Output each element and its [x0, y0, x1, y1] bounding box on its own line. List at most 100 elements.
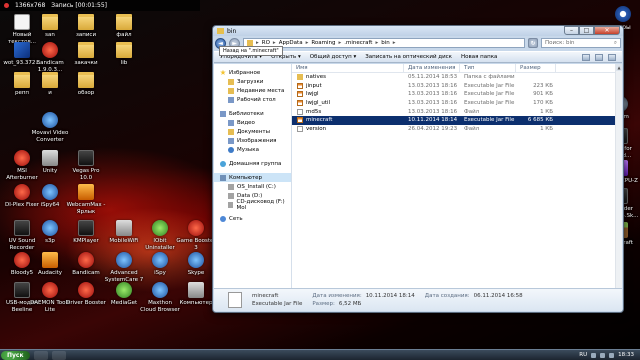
desktop-icon-driver-booster[interactable]: Driver Booster [66, 282, 106, 307]
help-icon[interactable] [608, 53, 616, 61]
refresh-button[interactable]: ↻ [528, 38, 538, 48]
breadcrumb-bin[interactable]: bin [381, 40, 390, 46]
tray-icon[interactable] [600, 352, 606, 358]
file-type: Executable Jar File [464, 100, 515, 107]
nav-recent-places[interactable]: Недавние места [214, 86, 291, 95]
file-type: Файл [464, 108, 480, 115]
nav-computer[interactable]: Компьютер [214, 173, 291, 182]
volume-icon[interactable] [609, 352, 615, 358]
file-date: 05.11.2014 18:53 [408, 74, 458, 81]
desktop-icon-mediaget[interactable]: MediaGet [104, 282, 144, 307]
file-name: jinput [306, 82, 322, 89]
taskbar-explorer[interactable] [33, 350, 48, 360]
desktop-icon-maxthon-cloud-browser[interactable]: Maxthon Cloud Browser [140, 282, 180, 313]
recent-places-icon [228, 87, 234, 94]
doc-icon [14, 14, 30, 30]
file-name: lwjgl [306, 91, 319, 98]
share-button[interactable]: Общий доступ ▾ [310, 54, 357, 60]
file-row-natives[interactable]: natives 05.11.2014 18:53 Папка с файлами [292, 73, 622, 82]
desktop-icon-label: Movavi Video Converter [31, 130, 69, 143]
file-row-version[interactable]: version 26.04.2012 19:23 Файл 1 КБ [292, 125, 622, 134]
nav-drive-c[interactable]: OS_Install (C:) [214, 182, 291, 191]
desktop-icon-audacity[interactable]: Audacity [30, 252, 70, 277]
desktop-icon-файл[interactable]: файл [104, 14, 144, 39]
desktop-icon-обзор[interactable]: обзор [66, 72, 106, 97]
start-button[interactable]: Пуск [1, 350, 30, 360]
desktop-icon-компьютер[interactable]: Компьютер [176, 282, 216, 307]
nav-music[interactable]: Музыка [214, 145, 291, 154]
column-size[interactable]: Размер [516, 64, 556, 72]
file-row-minecraft[interactable]: minecraft 10.11.2014 18:14 Executable Jar … [292, 115, 622, 125]
nav-video[interactable]: Видео [214, 118, 291, 127]
nav-libraries[interactable]: Библиотеки [214, 109, 291, 118]
view-options-icon[interactable] [582, 53, 590, 61]
desktop-icon-daemon-tools-lite[interactable]: DAEMON Tools Lite [30, 282, 70, 313]
nav-desktop[interactable]: Рабочий стол [214, 95, 291, 104]
desktop-icon-записи[interactable]: записи [66, 14, 106, 39]
column-type[interactable]: Тип [460, 64, 516, 72]
address-bar[interactable]: ▸ RO ▸ AppData ▸ Roaming ▸ .minecraft ▸ bin ▸ [243, 38, 525, 48]
recording-bar: 1366x768 Запись [00:01:55] [0, 0, 200, 11]
window-titlebar[interactable]: bin – □ ✕ [213, 26, 623, 36]
desktop-icon-webcammax-ярлык[interactable]: WebcamMax - Ярлык [66, 184, 106, 215]
clock[interactable]: 18:33 [618, 352, 634, 358]
desktop-icon-и[interactable]: и [30, 72, 70, 97]
desktop-icon-iobit-uninstaller[interactable]: IObit Uninstaller [140, 220, 180, 251]
language-indicator[interactable]: RU [579, 352, 587, 358]
maximize-button[interactable]: □ [579, 26, 594, 35]
file-row-lwjgl-util[interactable]: lwjgl_util 13.03.2013 18:16 Executable Jar… [292, 99, 622, 108]
column-name[interactable]: Имя [292, 64, 404, 72]
nav-drive-f[interactable]: CD-дисковод (F:) Mol [214, 199, 291, 211]
tray-icon[interactable] [591, 352, 597, 358]
desktop-icon-unity[interactable]: Unity [30, 150, 70, 175]
file-row-lwjgl[interactable]: lwjgl 13.03.2013 18:16 Executable Jar File… [292, 90, 622, 99]
nav-network[interactable]: Сеть [214, 214, 291, 223]
orange-icon [78, 184, 94, 200]
desktop-icon-skype[interactable]: Skype [176, 252, 216, 277]
desktop-icon-game-booster-3[interactable]: Game Booster 3 [176, 220, 216, 251]
file-row-md5s[interactable]: md5s 13.03.2013 18:16 Файл 1 КБ [292, 107, 622, 116]
desktop-icon-lib[interactable]: lib [104, 42, 144, 67]
new-folder-button[interactable]: Новая папка [461, 54, 497, 60]
desktop-icon-s3p[interactable]: s3p [30, 220, 70, 245]
breadcrumb-roaming[interactable]: Roaming [311, 40, 335, 46]
desktop-icon-movavi-video-converter[interactable]: Movavi Video Converter [30, 112, 70, 143]
file-type: Executable Jar File [464, 91, 515, 98]
desktop-icon-advanced-systemcare-7[interactable]: Advanced SystemCare 7 [104, 252, 144, 283]
scroll-up-icon[interactable]: ▲ [616, 64, 622, 71]
close-button[interactable]: ✕ [594, 26, 620, 35]
explorer-window[interactable]: bin – □ ✕ ◄ ► ▸ RO ▸ AppData ▸ Roaming ▸ .mi… [212, 25, 624, 313]
desktop-icon-ispy[interactable]: iSpy [140, 252, 180, 277]
desktop-icon-bandicam[interactable]: Bandicam [66, 252, 106, 277]
desktop-icon-label: обзор [77, 90, 95, 96]
desktop-icon-закачки[interactable]: закачки [66, 42, 106, 67]
column-date[interactable]: Дата изменения [404, 64, 460, 72]
desktop-icon-label: Vegas Pro 10.0 [72, 168, 100, 181]
vertical-scrollbar[interactable]: ▲ [615, 64, 622, 288]
details-size-label: Размер: [312, 301, 335, 307]
nav-pictures[interactable]: Изображения [214, 136, 291, 145]
preview-pane-icon[interactable] [595, 53, 603, 61]
desktop-icon-kmplayer[interactable]: KMPlayer [66, 220, 106, 245]
desktop-icon-ispy64[interactable]: iSpy64 [30, 184, 70, 209]
file-size: 901 КБ [533, 91, 553, 98]
nav-downloads[interactable]: Загрузки [214, 77, 291, 86]
nav-favorites[interactable]: Избранное [214, 68, 291, 77]
blue-icon [152, 252, 168, 268]
downloads-icon [228, 78, 234, 85]
burn-button[interactable]: Записать на оптический диск [365, 54, 452, 60]
desktop-icon-mobilewifi[interactable]: MobileWiFi [104, 220, 144, 245]
file-row-jinput[interactable]: jinput 13.03.2013 18:16 Executable Jar Fil… [292, 82, 622, 91]
minimize-button[interactable]: – [564, 26, 579, 35]
desktop-icon-bandicam-1-9-0-3[interactable]: Bandicam 1.9.0.3... [30, 42, 70, 73]
jar-file-icon [297, 117, 303, 124]
search-input[interactable]: Поиск: bin ⌕ [541, 38, 621, 48]
blue-icon [116, 252, 132, 268]
breadcrumb-minecraft[interactable]: .minecraft [344, 40, 372, 46]
search-placeholder: Поиск: bin [545, 40, 575, 46]
nav-documents[interactable]: Документы [214, 127, 291, 136]
desktop-icon-san[interactable]: san [30, 14, 70, 39]
taskbar-app[interactable] [51, 350, 66, 360]
nav-homegroup[interactable]: Домашняя группа [214, 159, 291, 168]
desktop-icon-vegas-pro-10-0[interactable]: Vegas Pro 10.0 [66, 150, 106, 181]
